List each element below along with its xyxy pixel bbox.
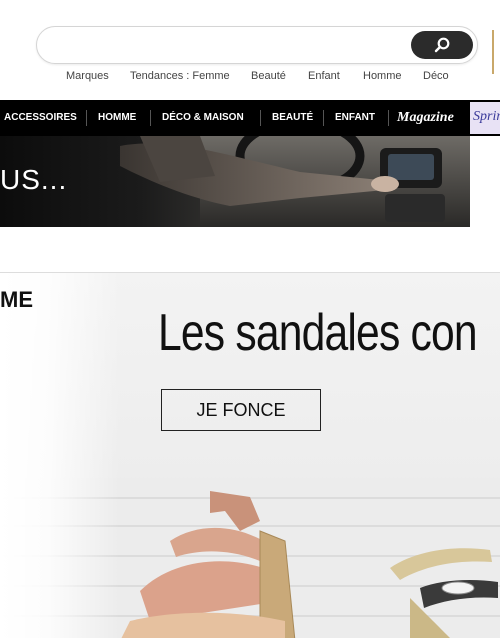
promo-headline: Les sandales con — [158, 304, 478, 362]
nav-item-beaute[interactable]: BEAUTÉ — [272, 100, 313, 136]
nav-separator — [323, 110, 324, 126]
nav-item-deco-maison[interactable]: DÉCO & MAISON — [162, 100, 244, 136]
cta-button[interactable]: JE FONCE — [161, 389, 321, 431]
quicklink-tendances-femme[interactable]: Tendances : Femme — [130, 70, 230, 82]
nav-separator — [388, 110, 389, 126]
gold-sandal-image — [390, 548, 498, 638]
promo-banner[interactable]: ME Les sandales con JE FONCE — [0, 273, 500, 638]
car-banner[interactable]: US... — [0, 136, 470, 227]
quicklink-marques[interactable]: Marques — [66, 70, 109, 82]
search-button[interactable] — [411, 31, 473, 59]
quicklink-deco[interactable]: Déco — [423, 70, 449, 82]
nav-separator — [150, 110, 151, 126]
quicklink-beaute[interactable]: Beauté — [251, 70, 286, 82]
car-banner-title: US... — [0, 164, 68, 195]
site-header: Marques Tendances : Femme Beauté Enfant … — [0, 0, 500, 100]
nav-item-magazine[interactable]: Magazine — [397, 100, 454, 136]
nav-item-spring[interactable]: Spring — [470, 102, 500, 134]
tan-wedge-sandal-image — [121, 491, 296, 638]
car-interior-illustration — [120, 136, 470, 227]
left-fade-overlay — [0, 273, 120, 638]
nav-item-accessoires[interactable]: ACCESSOIRES — [4, 100, 77, 136]
brand-logo-fragment — [492, 30, 500, 74]
search-icon — [434, 37, 450, 53]
section-label: ME — [0, 287, 33, 312]
nav-separator — [86, 110, 87, 126]
nav-separator — [260, 110, 261, 126]
nav-item-enfant[interactable]: ENFANT — [335, 100, 375, 136]
nav-item-homme[interactable]: HOMME — [98, 100, 136, 136]
spring-label: Spring — [473, 109, 500, 124]
search-bar — [36, 26, 478, 64]
quicklink-homme[interactable]: Homme — [363, 70, 402, 82]
quicklink-enfant[interactable]: Enfant — [308, 70, 340, 82]
quicklinks-bar: Marques Tendances : Femme Beauté Enfant … — [0, 70, 500, 86]
search-input[interactable] — [51, 33, 405, 59]
main-nav: ACCESSOIRES HOMME DÉCO & MAISON BEAUTÉ E… — [0, 100, 500, 136]
